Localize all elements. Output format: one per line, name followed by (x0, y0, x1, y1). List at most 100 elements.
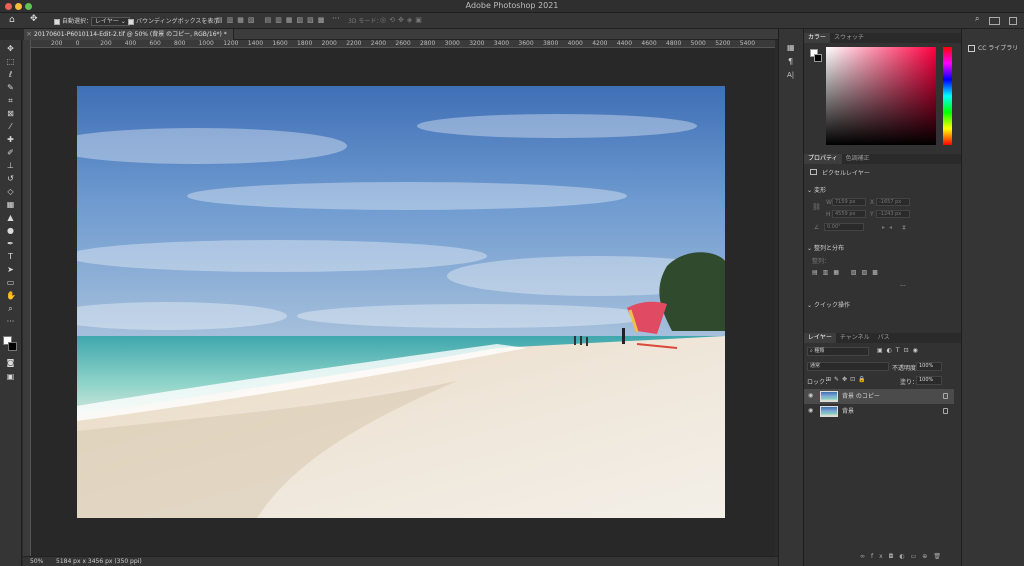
layer-thumbnail (820, 406, 838, 417)
character-icon[interactable]: A| (787, 71, 794, 79)
zoom-level[interactable]: 50% (30, 557, 43, 566)
x-field[interactable]: -1657 px (876, 198, 910, 206)
eye-icon[interactable]: ◉ (808, 393, 814, 399)
brush-tool-icon[interactable]: ✐ (6, 148, 15, 157)
ruler-tick-label: 2400 (370, 40, 387, 47)
lock-icon[interactable] (943, 408, 948, 414)
gradient-tool-icon[interactable]: ▦ (6, 200, 15, 209)
move-tool-icon[interactable]: ✥ (30, 14, 38, 24)
more-tools-icon[interactable]: ··· (6, 317, 15, 326)
auto-select-checkbox[interactable]: 自動選択： (54, 16, 92, 25)
layer-footer-icons[interactable]: ∞fx◘◐▭⊕🗑 (860, 553, 947, 560)
lock-icon[interactable] (943, 393, 948, 399)
quick-actions-toggle[interactable]: ⌄ クイック操作 (807, 300, 850, 309)
more-options-icon[interactable]: ··· (332, 14, 340, 23)
ruler-tick-label: 1400 (247, 40, 264, 47)
layer-type-label: ピクセルレイヤー (822, 170, 870, 177)
eye-icon[interactable]: ◉ (808, 408, 814, 414)
color-picker-field[interactable] (826, 47, 936, 145)
hue-slider[interactable] (943, 47, 952, 145)
y-label: Y (870, 211, 874, 218)
transform-section-toggle[interactable]: ⌄ 変形 (807, 185, 826, 194)
history-icon[interactable]: ▦ (787, 43, 795, 52)
auto-select-dropdown[interactable]: レイヤー ⌄ (91, 17, 130, 26)
bounding-box-checkbox[interactable]: バウンディングボックスを表示 (128, 16, 219, 25)
y-field[interactable]: -1243 px (876, 210, 910, 218)
pixel-layer-icon (810, 169, 817, 175)
move-tool-icon[interactable]: ✥ (6, 44, 15, 53)
layer-row[interactable]: ◉ 背景 (804, 404, 954, 419)
pen-tool-icon[interactable]: ✒ (6, 239, 15, 248)
photoshop-window: Adobe Photoshop 2021 ⌂ ✥ 自動選択： レイヤー ⌄ バウ… (0, 0, 1024, 566)
3d-tools-icons[interactable]: ◎⟲✥◈▣ (380, 16, 425, 24)
ruler-tick-label: 0 (75, 40, 80, 47)
filter-icons[interactable]: ▣◐T⊡◉ (877, 347, 922, 354)
ruler-tick-label: 3200 (469, 40, 485, 47)
beach-photo[interactable] (77, 86, 725, 518)
eyedropper-tool-icon[interactable]: ⁄ (6, 122, 15, 131)
tab-properties[interactable]: プロパティ (804, 154, 842, 164)
options-bar: ⌂ ✥ 自動選択： レイヤー ⌄ バウンディングボックスを表示 ▤▥▦▧ ▤▥▦… (0, 13, 1024, 29)
tab-adjustments[interactable]: 色調補正 (842, 154, 874, 164)
align-icons[interactable]: ▤▥▦▧ ▤▥▦▧▨▩ (216, 16, 328, 24)
opacity-field[interactable]: 100% (916, 362, 942, 371)
libraries-button[interactable]: CC ライブラリ (968, 43, 1018, 52)
search-icon[interactable]: ⌕ (975, 14, 979, 24)
title-bar: Adobe Photoshop 2021 (0, 0, 1024, 13)
eraser-tool-icon[interactable]: ◇ (6, 187, 15, 196)
tab-swatches[interactable]: スウォッチ (830, 33, 868, 43)
layer-name: 背景 (842, 408, 855, 415)
layer-filter-dropdown[interactable]: ⌕ 種類 (807, 347, 869, 356)
marquee-tool-icon[interactable]: ⬚ (6, 57, 15, 66)
workspace-icon[interactable] (989, 17, 1000, 25)
ruler-tick-label: 400 (124, 40, 137, 47)
zoom-tool-icon[interactable]: ⌕ (6, 304, 15, 313)
crop-tool-icon[interactable]: ⌗ (6, 96, 15, 105)
path-select-tool-icon[interactable]: ➤ (6, 265, 15, 274)
auto-select-label: 自動選択： (62, 18, 93, 25)
hand-tool-icon[interactable]: ✋ (6, 291, 16, 300)
ruler-tick-label: 200 (100, 40, 112, 47)
background-color-swatch[interactable] (8, 342, 17, 351)
tab-paths[interactable]: パス (874, 333, 894, 343)
layer-row[interactable]: ◉ 背景 のコピー (804, 389, 954, 404)
blend-mode-dropdown[interactable]: 通常 (807, 362, 889, 371)
ruler-tick-label: 4200 (592, 40, 608, 47)
frame-tool-icon[interactable]: ⊠ (6, 109, 15, 118)
angle-field[interactable]: 0.00° (824, 223, 864, 231)
background-swatch[interactable] (814, 54, 822, 62)
history-brush-icon[interactable]: ↺ (6, 174, 15, 183)
paragraph-icon[interactable]: ¶ (788, 57, 793, 66)
quick-mask-icon[interactable]: ◙ (6, 358, 15, 367)
lasso-tool-icon[interactable]: ℓ (6, 70, 15, 79)
screen-mode-icon[interactable]: ▣ (6, 372, 15, 381)
ruler-tick-label: 3400 (493, 40, 510, 47)
stamp-tool-icon[interactable]: ⊥ (6, 161, 15, 170)
status-arrow-icon[interactable]: › (136, 557, 138, 566)
height-field[interactable]: 4559 px (832, 210, 866, 218)
home-icon[interactable]: ⌂ (9, 15, 15, 25)
ruler-tick-label: 1600 (272, 40, 288, 47)
width-field[interactable]: 7159 px (832, 198, 866, 206)
type-tool-icon[interactable]: T (6, 252, 15, 261)
dodge-tool-icon[interactable]: ● (6, 226, 15, 235)
more-align-icon[interactable]: ··· (900, 283, 906, 290)
color-panel-header: カラー スウォッチ (804, 33, 962, 43)
healing-tool-icon[interactable]: ✚ (6, 135, 15, 144)
share-icon[interactable] (1009, 17, 1017, 25)
document-tab[interactable]: × 20170601-P6010114-Edit-2.tif @ 50% (背景… (24, 29, 234, 40)
blur-tool-icon[interactable]: ▲ (6, 213, 15, 222)
layers-panel-header: レイヤー チャンネル パス (804, 333, 962, 343)
link-icon[interactable]: ⛓ (812, 203, 821, 211)
flip-icons[interactable]: ▸◂ ⧗ (882, 224, 910, 232)
tab-channels[interactable]: チャンネル (836, 333, 874, 343)
quick-select-tool-icon[interactable]: ✎ (6, 83, 15, 92)
fill-field[interactable]: 100% (916, 376, 942, 385)
align-section-toggle[interactable]: ⌄ 整列と分布 (807, 243, 844, 252)
lock-icons[interactable]: ⊞✎✥⊡🔒 (826, 376, 869, 383)
tab-layers[interactable]: レイヤー (804, 333, 836, 343)
tab-color[interactable]: カラー (804, 33, 831, 43)
shape-tool-icon[interactable]: ▭ (6, 278, 15, 287)
close-tab-icon[interactable]: × (26, 29, 32, 40)
align-buttons[interactable]: ▤▥▦ ▧▨▩ (812, 269, 883, 276)
